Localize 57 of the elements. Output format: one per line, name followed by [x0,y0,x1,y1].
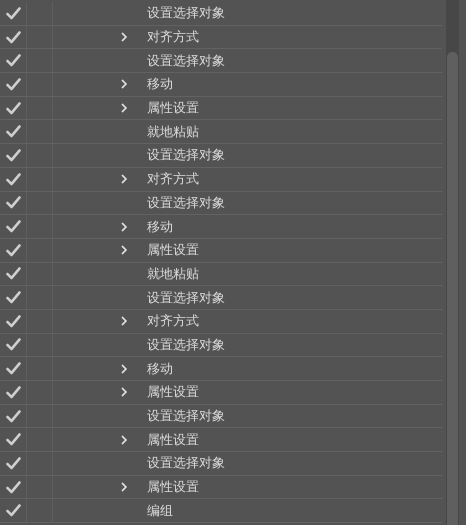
action-label[interactable]: 设置选择对象 [147,52,225,70]
scrollbar-thumb[interactable] [447,52,458,525]
checkmark-icon[interactable] [6,125,20,138]
checkmark-icon[interactable] [6,456,20,470]
checkmark-icon[interactable] [6,6,20,20]
checkmark-icon[interactable] [6,433,20,446]
action-label[interactable]: 移动 [147,360,173,378]
action-label[interactable]: 对齐方式 [147,28,199,46]
chevron-icon[interactable] [121,32,127,42]
chevron-icon[interactable] [121,103,127,114]
action-label[interactable]: 对齐方式 [147,170,199,188]
action-label[interactable]: 属性设置 [147,99,199,118]
checkmark-icon[interactable] [6,386,20,399]
action-label[interactable]: 编组 [147,502,173,520]
checkmark-icon[interactable] [6,362,20,376]
scrollbar-track[interactable] [446,0,459,525]
action-label[interactable]: 属性设置 [147,478,199,496]
chevron-icon[interactable] [121,245,127,256]
checkmark-icon[interactable] [6,504,20,518]
chevron-icon[interactable] [121,364,127,374]
action-label[interactable]: 就地粘贴 [147,122,199,141]
checkmark-icon[interactable] [6,54,20,68]
action-label[interactable]: 移动 [147,75,173,94]
action-label[interactable]: 属性设置 [147,383,199,402]
checkmark-icon[interactable] [6,267,20,280]
checkmark-icon[interactable] [6,30,20,44]
action-label[interactable]: 设置选择对象 [147,288,225,307]
checkmark-icon[interactable] [6,78,20,91]
checkmark-icon[interactable] [6,480,20,494]
action-label[interactable]: 属性设置 [147,241,199,260]
action-label[interactable]: 设置选择对象 [147,194,225,212]
checkmark-icon[interactable] [6,410,20,423]
chevron-icon[interactable] [121,222,127,232]
chevron-icon[interactable] [121,482,127,492]
checkmark-icon[interactable] [6,148,20,162]
chevron-icon[interactable] [121,316,127,326]
action-label[interactable]: 设置选择对象 [147,336,225,354]
checkmark-icon[interactable] [6,102,20,115]
action-label[interactable]: 设置选择对象 [147,4,225,22]
checkmark-icon[interactable] [6,196,20,210]
action-label[interactable]: 设置选择对象 [147,407,225,426]
chevron-icon[interactable] [121,79,127,90]
action-label[interactable]: 设置选择对象 [147,454,225,472]
action-label[interactable]: 就地粘贴 [147,264,199,283]
checkmark-icon[interactable] [6,172,20,186]
checkmark-icon[interactable] [6,291,20,304]
chevron-icon[interactable] [121,174,127,184]
checkmark-icon[interactable] [6,244,20,257]
checkmark-icon[interactable] [6,220,20,234]
action-label[interactable]: 设置选择对象 [147,146,225,164]
action-label[interactable]: 属性设置 [147,430,199,449]
action-label[interactable]: 对齐方式 [147,312,199,330]
chevron-icon[interactable] [121,387,127,398]
action-label[interactable]: 移动 [147,218,173,236]
checkmark-icon[interactable] [6,338,20,352]
checkmark-icon[interactable] [6,314,20,328]
chevron-icon[interactable] [121,434,127,445]
